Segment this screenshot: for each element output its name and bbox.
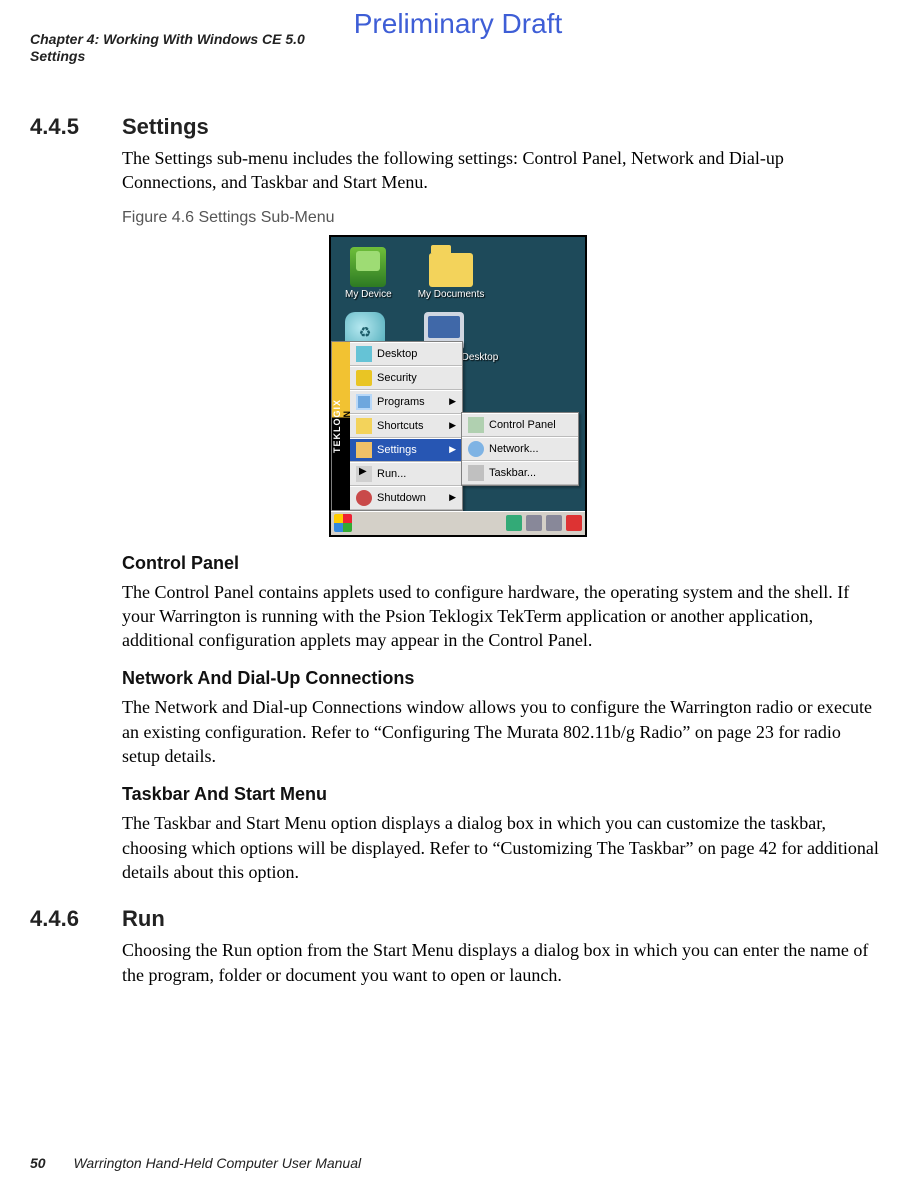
desktop-icon-my-device[interactable]: My Device (345, 247, 392, 300)
menu-item-desktop[interactable]: Desktop (350, 342, 462, 366)
taskbar-icon (468, 465, 484, 481)
embedded-screenshot: My Device My Documents Recycle Bin Remot… (329, 235, 587, 537)
control-panel-icon (468, 417, 484, 433)
subsection-heading-network: Network And Dial-Up Connections (122, 668, 880, 689)
section-446-heading: 4.4.6 Run (30, 906, 886, 932)
subsection-heading-control-panel: Control Panel (122, 553, 880, 574)
menu-item-shortcuts[interactable]: Shortcuts ▶ (350, 414, 462, 438)
book-title: Warrington Hand-Held Computer User Manua… (73, 1155, 361, 1171)
subsection-body: The Control Panel contains applets used … (122, 580, 880, 653)
section-title: Run (122, 906, 165, 932)
start-button[interactable] (334, 514, 352, 532)
chevron-right-icon: ▶ (449, 420, 456, 431)
menu-item-run[interactable]: Run... (350, 462, 462, 486)
tray-icon[interactable] (526, 515, 542, 531)
menu-item-shutdown[interactable]: Shutdown ▶ (350, 486, 462, 510)
subsection-body: The Taskbar and Start Menu option displa… (122, 811, 880, 884)
chapter-section: Settings (30, 48, 305, 64)
chevron-right-icon: ▶ (449, 396, 456, 407)
page-number: 50 (30, 1155, 46, 1171)
settings-icon (356, 442, 372, 458)
brand-sidebar: TEKLOGIXPSION (332, 342, 350, 510)
network-icon (468, 441, 484, 457)
section-number: 4.4.6 (30, 906, 122, 932)
menu-label: Shortcuts (377, 420, 423, 432)
section-445-intro: The Settings sub-menu includes the follo… (122, 146, 880, 195)
submenu-label: Taskbar... (489, 467, 536, 479)
tray-icon[interactable] (506, 515, 522, 531)
tray-icon[interactable] (546, 515, 562, 531)
brand-line-1: TEKLOGIX (332, 399, 342, 453)
menu-label: Desktop (377, 348, 417, 360)
system-tray (506, 515, 582, 531)
section-446-body: Choosing the Run option from the Start M… (122, 938, 880, 987)
menu-label: Programs (377, 396, 425, 408)
chapter-title: Chapter 4: Working With Windows CE 5.0 (30, 30, 305, 48)
section-number: 4.4.5 (30, 114, 122, 140)
start-menu: TEKLOGIXPSION Desktop Security (331, 341, 463, 511)
submenu-item-taskbar[interactable]: Taskbar... (462, 461, 578, 485)
desktop-icon-label: My Documents (418, 289, 485, 300)
menu-label: Settings (377, 444, 417, 456)
menu-item-settings[interactable]: Settings ▶ (350, 438, 462, 462)
brand-line-2: PSION (342, 342, 352, 510)
folder-icon (429, 253, 473, 287)
programs-icon (356, 394, 372, 410)
taskbar (331, 511, 585, 535)
page-header: Chapter 4: Working With Windows CE 5.0 S… (30, 30, 305, 64)
tray-icon[interactable] (566, 515, 582, 531)
menu-item-security[interactable]: Security (350, 366, 462, 390)
page-footer: 50 Warrington Hand-Held Computer User Ma… (30, 1155, 361, 1171)
submenu-item-network[interactable]: Network... (462, 437, 578, 461)
chevron-right-icon: ▶ (449, 444, 456, 455)
subsection-heading-taskbar: Taskbar And Start Menu (122, 784, 880, 805)
section-title: Settings (122, 114, 209, 140)
submenu-label: Network... (489, 443, 539, 455)
shortcuts-icon (356, 418, 372, 434)
menu-label: Run... (377, 468, 406, 480)
shutdown-icon (356, 490, 372, 506)
figure-caption: Figure 4.6 Settings Sub-Menu (122, 209, 880, 227)
menu-item-programs[interactable]: Programs ▶ (350, 390, 462, 414)
section-445-heading: 4.4.5 Settings (30, 114, 886, 140)
menu-label: Shutdown (377, 492, 426, 504)
desktop-icon-my-documents[interactable]: My Documents (418, 247, 485, 300)
security-icon (356, 370, 372, 386)
device-icon (350, 247, 386, 287)
chevron-right-icon: ▶ (449, 492, 456, 503)
desktop-icon (356, 346, 372, 362)
subsection-body: The Network and Dial-up Connections wind… (122, 695, 880, 768)
desktop-icon-label: My Device (345, 289, 392, 300)
run-icon (356, 466, 372, 482)
menu-label: Security (377, 372, 417, 384)
submenu-item-control-panel[interactable]: Control Panel (462, 413, 578, 437)
settings-submenu: Control Panel Network... Taskbar... (461, 412, 579, 486)
submenu-label: Control Panel (489, 419, 556, 431)
